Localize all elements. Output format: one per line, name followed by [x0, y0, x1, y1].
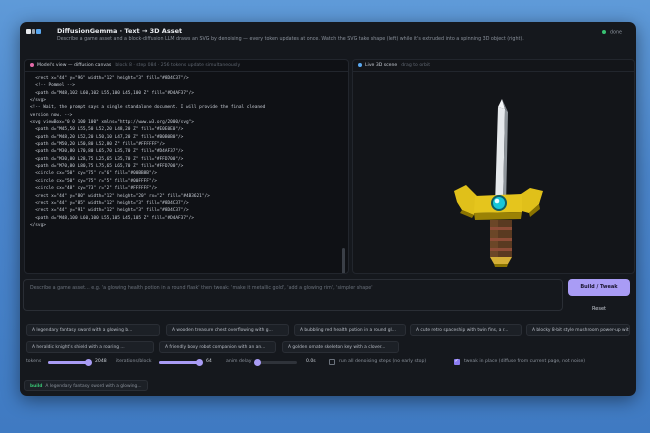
reset-button[interactable]: Reset [568, 301, 630, 317]
example-chip[interactable]: A legendary fantasy sword with a glowing… [26, 324, 160, 336]
code-line: <path d="M48,102 L60,102 L55,100 L45,100… [30, 90, 194, 96]
code-line: <rect x="44" y="85" width="12" height="3… [30, 200, 189, 206]
code-line: <svg viewBox="0 0 100 100" xmlns="http:/… [30, 120, 194, 126]
status-indicator: done [602, 30, 622, 36]
iterations-slider-thumb[interactable] [195, 359, 203, 366]
app-header: DiffusionGemma · Text → 3D Asset Describ… [20, 22, 636, 52]
app-title: DiffusionGemma · Text → 3D Asset [57, 27, 183, 35]
code-scrollbar[interactable] [342, 248, 345, 273]
run-all-label[interactable]: run all denoising steps (no early stop) [339, 359, 426, 364]
history-entry[interactable]: build A legendary fantasy sword with a gl… [24, 380, 148, 391]
code-line: version now. --> [30, 112, 73, 118]
code-line: <path d="M70,80 L80,75 L75,65 L65,70 Z" … [30, 164, 184, 170]
example-chip[interactable]: A heraldic knight's shield with a roarin… [26, 341, 154, 353]
status-dot-icon [602, 30, 607, 34]
tweak-in-place-label[interactable]: tweak in place (diffuse from current pag… [464, 359, 585, 364]
anim-delay-slider-thumb[interactable] [253, 359, 261, 366]
app-subtitle: Describe a game asset and a block-diffus… [57, 37, 524, 42]
code-line: <circle cx="48" cy="73" r="2" fill="#FFF… [30, 186, 157, 192]
example-chip[interactable]: A blocky 8-bit style mushroom power-up w… [526, 324, 630, 336]
status-text: done [610, 30, 622, 36]
example-chip[interactable]: A wooden treasure chest overflowing with… [166, 324, 289, 336]
code-line: <!-- Pommel --> [30, 83, 75, 89]
code-line: <path d="M45,50 L55,50 L52,20 L48,20 Z" … [30, 127, 184, 133]
anim-delay-label: anim delay [226, 359, 252, 364]
example-chip[interactable]: A golden ornate skeleton key with a clov… [282, 341, 399, 353]
example-chip[interactable]: A bubbling red health potion in a round … [294, 324, 406, 336]
tokens-value: 2048 [95, 359, 107, 364]
3d-sword-render[interactable] [353, 60, 634, 273]
app-window: DiffusionGemma · Text → 3D Asset Describ… [20, 22, 636, 396]
history-text: A legendary fantasy sword with a glowing… [45, 384, 142, 389]
code-line: </svg> [30, 98, 46, 104]
code-line: <path d="M30,80 L70,80 L65,70 L35,70 Z" … [30, 149, 184, 155]
anim-delay-value: 0.0s [306, 359, 316, 364]
code-line: <path d="M50,20 L50,80 L52,80 Z" fill="#… [30, 142, 165, 148]
tokens-slider[interactable] [48, 359, 92, 366]
diffusion-panel-title: Model's view — diffusion canvas [37, 63, 112, 68]
diffusion-panel-header: Model's view — diffusion canvas block 8 ·… [25, 60, 348, 72]
prompt-placeholder: Describe a game asset… e.g. 'a glowing h… [30, 286, 373, 291]
example-chip[interactable]: A cute retro spaceship with twin fins, a… [410, 324, 522, 336]
diffusion-dot-icon [30, 62, 34, 67]
code-line: <!-- Wait, the prompt says a single stan… [30, 105, 266, 111]
diffusion-panel-meta: block 8 · step 084 · 256 tokens update s… [115, 63, 241, 68]
code-line: <circle cx="50" cy="75" r="5" fill="#00F… [30, 178, 157, 184]
code-line: <rect x="44" y="80" width="12" height="2… [30, 193, 210, 199]
app-logo-icon [26, 28, 42, 39]
code-line: <rect x="44" y="91" width="12" height="3… [30, 208, 189, 214]
example-chip[interactable]: A friendly boxy robot companion with an … [159, 341, 276, 353]
prompt-input[interactable]: Describe a game asset… e.g. 'a glowing h… [23, 279, 563, 311]
code-line: <path d="M48,20 L52,20 L50,10 L47,20 Z" … [30, 134, 184, 140]
tweak-in-place-checkbox[interactable] [454, 358, 460, 365]
code-line: <circle cx="50" cy="75" r="6" fill="#00B… [30, 171, 157, 177]
anim-delay-slider[interactable] [253, 359, 297, 366]
iterations-label: iterations/block [116, 359, 152, 364]
code-line: <path d="M30,80 L28,75 L25,65 L35,70 Z" … [30, 156, 184, 162]
build-tweak-button[interactable]: Build / Tweak [568, 279, 630, 296]
iterations-value: 64 [206, 359, 212, 364]
code-line: </svg> [30, 222, 46, 228]
iterations-slider[interactable] [159, 359, 203, 366]
run-all-checkbox[interactable] [329, 359, 335, 365]
3d-scene-panel[interactable]: Live 3D scene drag to orbit [352, 59, 635, 274]
tokens-label: tokens [26, 359, 42, 364]
history-tag: build [30, 384, 43, 389]
code-line: <rect x="44" y="96" width="12" height="3… [30, 76, 189, 81]
svg-code-view[interactable]: <rect x="44" y="96" width="12" height="3… [30, 75, 338, 269]
diffusion-canvas-panel[interactable]: Model's view — diffusion canvas block 8 ·… [24, 59, 349, 274]
tokens-slider-thumb[interactable] [84, 359, 92, 366]
code-line: <path d="M48,100 L60,100 L55,105 L45,105… [30, 215, 194, 221]
